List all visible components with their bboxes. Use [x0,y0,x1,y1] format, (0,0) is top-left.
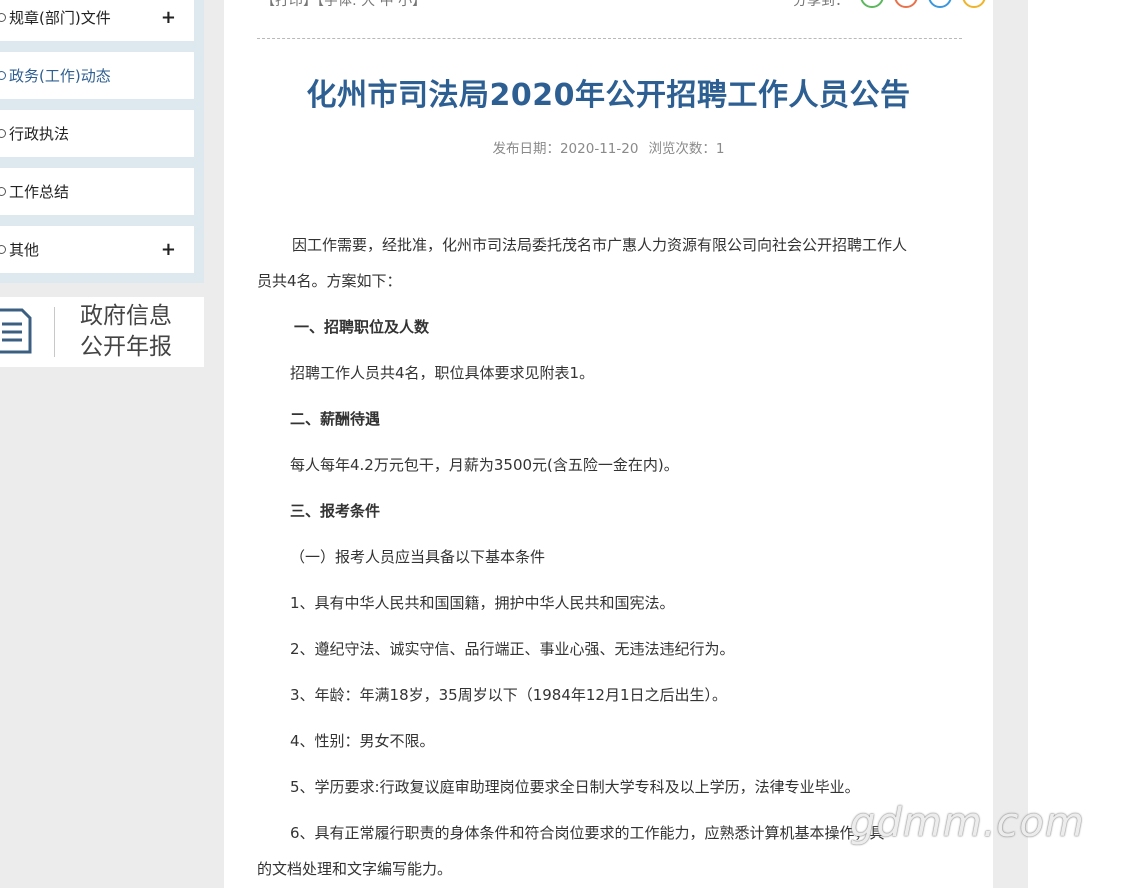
annual-report-banner[interactable]: 政府信息 公开年报 [0,297,204,367]
site-watermark: gdmm.com [850,800,1085,846]
paragraph: 员共4名。方案如下： [257,272,402,290]
paragraph: 1、具有中华人民共和国国籍，拥护中华人民共和国宪法。 [290,594,675,612]
sidebar-item-rules-files[interactable]: 规章(部门)文件 + [0,0,194,41]
view-count: 浏览次数：1 [648,141,725,157]
bullet-icon [0,245,6,254]
article-panel: 【打印】【字体: 大 中 小】 分享到： 化州市司法局2020年公开招聘工作人员… [224,0,993,888]
bullet-icon [0,187,6,196]
expand-icon[interactable]: + [161,239,176,260]
sidebar-item-government-news[interactable]: 政务(工作)动态 [0,52,194,99]
paragraph: 6、具有正常履行职责的身体条件和符合岗位要求的工作能力，应熟悉计算机基本操作，具 [290,824,885,842]
sidebar-item-label: 政务(工作)动态 [9,67,111,85]
paragraph: 3、年龄：年满18岁，35周岁以下（1984年12月1日之后出生）。 [290,686,728,704]
paragraph: 招聘工作人员共4名，职位具体要求见附表1。 [290,364,595,382]
paragraph: （一）报考人员应当具备以下基本条件 [290,548,546,566]
section-heading: 一、招聘职位及人数 [294,318,430,336]
weibo-icon[interactable] [894,0,918,8]
paragraph: 2、遵纪守法、诚实守信、品行端正、事业心强、无违法违纪行为。 [290,640,735,658]
paragraph: 因工作需要，经批准，化州市司法局委托茂名市广惠人力资源有限公司向社会公开招聘工作… [292,236,908,254]
header-divider [257,38,962,39]
article-toolbar: 【打印】【字体: 大 中 小】 分享到： [257,0,986,10]
article-title: 化州市司法局2020年公开招聘工作人员公告 [306,78,911,113]
bullet-icon [0,71,6,80]
paragraph: 5、学历要求:行政复议庭审助理岗位要求全日制大学专科及以上学历，法律专业毕业。 [290,778,860,796]
publish-date: 发布日期：2020-11-20 [492,141,639,157]
sidebar-item-other[interactable]: 其他 + [0,226,194,273]
page-margin [1028,0,1122,888]
annual-report-label: 政府信息 公开年报 [80,303,172,360]
share-label: 分享到： [793,0,849,9]
print-font-links[interactable]: 【打印】【字体: 大 中 小】 [261,0,426,10]
sidebar-item-label: 规章(部门)文件 [9,9,111,27]
sidebar-nav: 规章(部门)文件 + 政务(工作)动态 行政执法 工作总结 其他 + [0,0,204,283]
document-icon [0,308,32,354]
qzone-icon[interactable] [928,0,952,8]
paragraph: 的文档处理和文字编写能力。 [257,860,453,878]
article-meta: 发布日期：2020-11-20 浏览次数：1 [224,137,993,157]
paragraph: 4、性别：男女不限。 [290,732,435,750]
section-heading: 二、薪酬待遇 [290,410,381,428]
wechat-icon[interactable] [860,0,884,8]
sidebar-item-label: 工作总结 [9,183,70,201]
bullet-icon [0,129,6,138]
sidebar-item-work-summary[interactable]: 工作总结 [0,168,194,215]
sidebar-item-label: 其他 [9,241,40,259]
sidebar-item-law-enforcement[interactable]: 行政执法 [0,110,194,157]
favorite-icon[interactable] [962,0,986,8]
section-heading: 三、报考条件 [290,502,381,520]
banner-divider [54,307,55,357]
sidebar-item-label: 行政执法 [9,125,70,143]
bullet-icon [0,13,6,22]
expand-icon[interactable]: + [161,7,176,28]
paragraph: 每人每年4.2万元包干，月薪为3500元(含五险一金在内)。 [290,456,679,474]
